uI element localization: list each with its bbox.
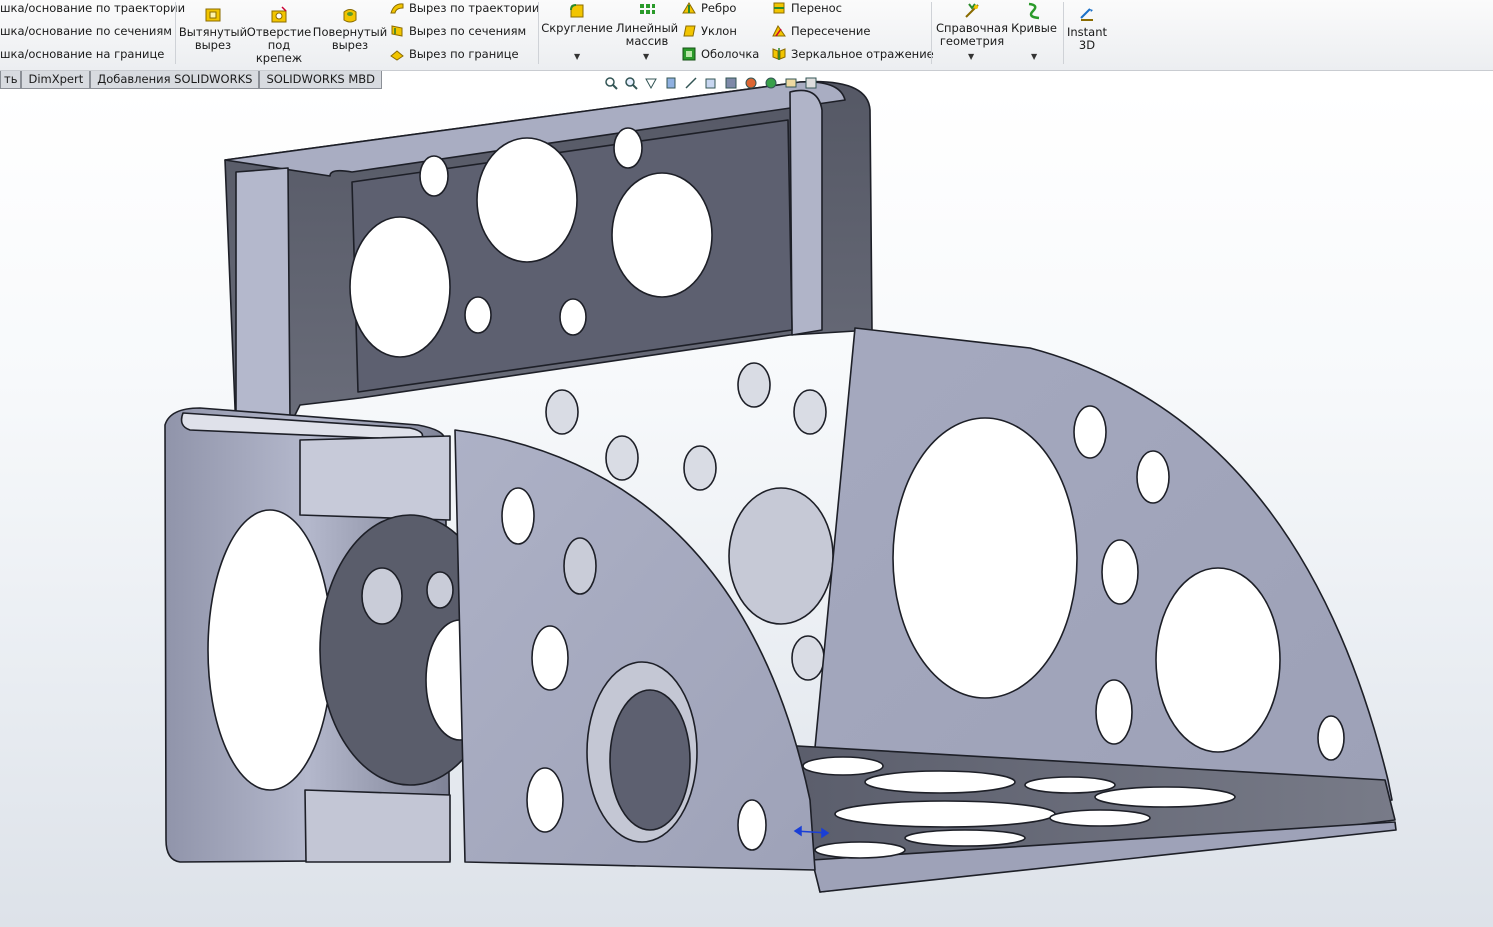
section-view-icon[interactable]	[664, 76, 678, 90]
view-orientation-icon[interactable]	[704, 76, 718, 90]
heads-up-view-toolbar	[604, 76, 818, 90]
previous-view-icon[interactable]	[644, 76, 658, 90]
zoom-to-fit-icon[interactable]	[604, 76, 618, 90]
view-settings-icon[interactable]	[804, 76, 818, 90]
display-style-icon[interactable]	[724, 76, 738, 90]
zoom-to-area-icon[interactable]	[624, 76, 638, 90]
hide-show-items-icon[interactable]	[744, 76, 758, 90]
part-model[interactable]	[0, 0, 1493, 927]
dynamic-annotation-icon[interactable]	[684, 76, 698, 90]
edit-appearance-icon[interactable]	[764, 76, 778, 90]
apply-scene-icon[interactable]	[784, 76, 798, 90]
